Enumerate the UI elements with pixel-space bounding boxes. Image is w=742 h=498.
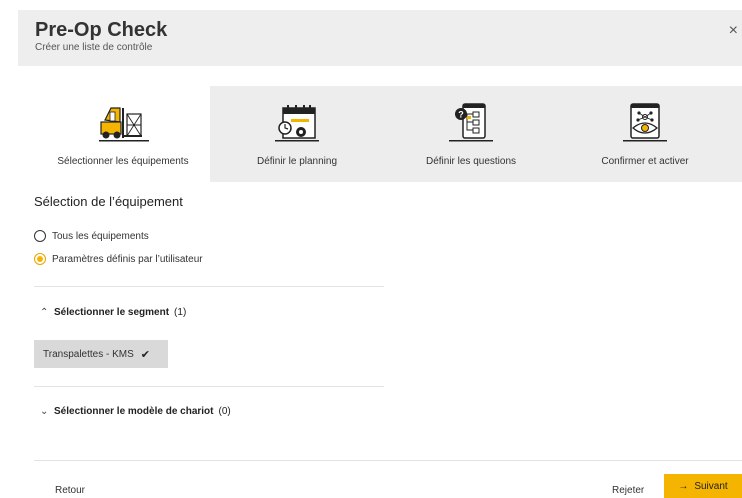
accordion-count: (1) — [174, 307, 187, 318]
accordion-title: Sélectionner le modèle de chariot — [54, 406, 214, 417]
next-button[interactable]: → Suivant — [664, 474, 742, 498]
reject-button[interactable]: Rejeter — [612, 485, 644, 496]
step-label: Définir le planning — [256, 156, 338, 167]
segment-chip[interactable]: Transpalettes - KMS ✔ — [34, 340, 168, 368]
chevron-up-icon: ⌃ — [40, 307, 49, 318]
chevron-down-icon: ⌄ — [40, 406, 49, 417]
radio-custom-settings[interactable]: Paramètres définis par l’utilisateur — [34, 253, 203, 265]
step-define-planning[interactable]: Définir le planning — [210, 86, 384, 182]
accordion-title: Sélectionner le segment — [54, 307, 170, 318]
radio-label: Paramètres définis par l’utilisateur — [52, 253, 203, 265]
radio-unchecked[interactable] — [34, 230, 46, 242]
radio-all-equipment[interactable]: Tous les équipements — [34, 230, 149, 242]
step-label: Définir les questions — [425, 156, 517, 167]
wizard-steps: Sélectionner les équipements Définir le … — [36, 86, 742, 182]
page-subtitle: Créer une liste de contrôle — [35, 42, 153, 53]
radio-checked[interactable] — [34, 253, 46, 265]
divider — [34, 286, 384, 287]
modal-header: Pre-Op Check Créer une liste de contrôle… — [18, 10, 742, 66]
close-button[interactable]: × — [729, 22, 738, 40]
step-select-equipment[interactable]: Sélectionner les équipements — [36, 86, 210, 182]
next-label: Suivant — [694, 480, 728, 492]
question-checklist-icon: ? — [449, 103, 493, 142]
calendar-gear-icon — [275, 105, 319, 142]
model-accordion-toggle[interactable]: ⌄ Sélectionner le modèle de chariot (0) — [40, 406, 231, 417]
step-label: Sélectionner les équipements — [57, 156, 189, 167]
svg-text:?: ? — [458, 110, 464, 120]
footer-divider — [34, 460, 742, 461]
radio-label: Tous les équipements — [52, 230, 149, 242]
page-title: Pre-Op Check — [35, 19, 168, 41]
step-label: Confirmer et activer — [601, 156, 689, 167]
chip-label: Transpalettes - KMS — [43, 348, 134, 360]
divider — [34, 386, 384, 387]
step-confirm-activate[interactable]: Confirmer et activer — [558, 86, 732, 182]
eye-network-icon — [623, 103, 667, 142]
segment-accordion-toggle[interactable]: ⌃ Sélectionner le segment (1) — [40, 307, 186, 318]
arrow-right-icon: → — [678, 480, 689, 492]
top-bar — [0, 0, 742, 8]
step-define-questions[interactable]: ? Définir les questions — [384, 86, 558, 182]
equipment-selection-title: Sélection de l’équipement — [34, 194, 183, 209]
accordion-count: (0) — [218, 406, 231, 417]
back-button[interactable]: Retour — [55, 485, 85, 496]
forklift-icon — [99, 107, 149, 142]
checkmark-icon: ✔ — [140, 348, 150, 361]
